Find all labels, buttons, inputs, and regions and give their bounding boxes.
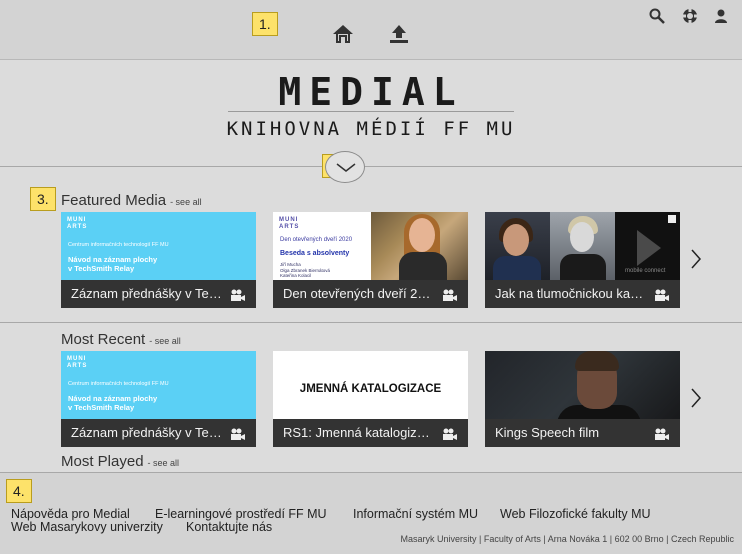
annotation-marker-1: 1.	[252, 12, 278, 36]
played-title: Most Played	[61, 453, 144, 470]
interpreter-photo	[485, 212, 550, 280]
muni-arts-logo: MUNI ARTS	[67, 356, 88, 369]
media-thumbnail: mobile connect	[485, 212, 680, 280]
media-thumbnail: MUNI ARTS Centrum informačních technologi…	[61, 212, 256, 280]
media-card[interactable]: mobile connect Jak na tlumočnickou kabin…	[485, 212, 680, 308]
featured-title: Featured Media	[61, 192, 167, 209]
thumbnail-heading: JMENNÁ KATALOGIZACE	[299, 383, 442, 395]
search-icon[interactable]	[649, 8, 665, 24]
featured-see-all-link[interactable]: - see all	[170, 197, 202, 207]
media-caption: Záznam přednášky v TechSmith Relay	[61, 419, 256, 447]
page-title: MEDIAL	[278, 70, 464, 114]
annotation-marker-4: 4.	[6, 479, 32, 503]
muni-arts-logo: MUNI ARTS	[279, 217, 300, 230]
media-card[interactable]: JMENNÁ KATALOGIZACE RS1: Jmenná katalogi…	[273, 351, 468, 447]
footer-link-elearning[interactable]: E-learningové prostředí FF MU	[155, 507, 327, 521]
section-featured-title: Featured Media - see all	[61, 192, 202, 209]
footer: 4. Nápověda pro Medial E-learningové pro…	[0, 472, 742, 554]
copyright-text: Masaryk University | Faculty of Arts | A…	[400, 534, 735, 544]
home-icon[interactable]	[331, 22, 355, 46]
media-card[interactable]: Kings Speech film	[485, 351, 680, 447]
speaker-photo	[371, 212, 468, 280]
expand-button[interactable]	[325, 151, 365, 183]
interpreter-photo	[550, 212, 615, 280]
help-icon[interactable]	[682, 8, 698, 24]
recent-see-all-link[interactable]: - see all	[149, 336, 181, 346]
carousel-next-icon[interactable]	[689, 387, 703, 409]
footer-link-help[interactable]: Nápověda pro Medial	[11, 507, 130, 521]
recent-title: Most Recent	[61, 331, 146, 348]
video-camera-icon	[231, 428, 245, 440]
thumbnail-text: Centrum informačních technologií FF MU	[68, 381, 169, 387]
media-caption: Záznam přednášky v TechSmith Relay	[61, 280, 256, 308]
media-card[interactable]: MUNI ARTS Den otevřených dveří 2020 Besed…	[273, 212, 468, 308]
media-card[interactable]: MUNI ARTS Centrum informačních technologi…	[61, 212, 256, 308]
thumbnail-heading: Návod na záznam plochy v TechSmith Relay	[68, 394, 158, 412]
thumbnail-heading: Návod na záznam plochy v TechSmith Relay	[68, 255, 158, 273]
footer-link-mu-web[interactable]: Web Masarykovy univerzity	[11, 520, 163, 534]
played-see-all-link[interactable]: - see all	[148, 458, 180, 468]
video-camera-icon	[655, 289, 669, 301]
upload-icon[interactable]	[387, 22, 411, 46]
section-played-title: Most Played - see all	[61, 453, 179, 470]
thumbnail-text: Centrum informačních technologií FF MU	[68, 242, 169, 248]
annotation-marker-3: 3.	[30, 187, 56, 211]
footer-link-is-mu[interactable]: Informační systém MU	[353, 507, 478, 521]
chevron-down-icon	[336, 163, 356, 172]
media-thumbnail	[485, 351, 680, 419]
section-divider	[0, 166, 742, 167]
muni-arts-logo: MUNI ARTS	[67, 217, 88, 230]
media-thumbnail: MUNI ARTS Den otevřených dveří 2020 Besed…	[273, 212, 468, 280]
footer-link-ff-web[interactable]: Web Filozofické fakulty MU	[500, 507, 651, 521]
carousel-next-icon[interactable]	[689, 248, 703, 270]
media-caption: Den otevřených dveří 2020	[273, 280, 468, 308]
media-caption: Kings Speech film	[485, 419, 680, 447]
title-underline	[228, 111, 514, 112]
media-card[interactable]: MUNI ARTS Centrum informačních technologi…	[61, 351, 256, 447]
video-camera-icon	[231, 289, 245, 301]
thumbnail-text: Den otevřených dveří 2020	[280, 237, 353, 243]
hero-banner: MEDIAL KNIHOVNA MÉDIÍ FF MU	[0, 60, 742, 166]
thumbnail-names: Jiří Mucha Olga Zbranek Biernátová Kateřin…	[280, 262, 331, 278]
thumbnail-heading: Beseda s absolventy	[280, 250, 350, 257]
footer-link-contact[interactable]: Kontaktujte nás	[186, 520, 272, 534]
media-thumbnail: JMENNÁ KATALOGIZACE	[273, 351, 468, 419]
user-icon[interactable]	[713, 8, 729, 24]
top-bar	[0, 0, 742, 60]
media-caption: Jak na tlumočnickou kabinu	[485, 280, 680, 308]
video-camera-icon	[443, 289, 457, 301]
page-subtitle: KNIHOVNA MÉDIÍ FF MU	[226, 118, 516, 140]
media-thumbnail: MUNI ARTS Centrum informačních technologi…	[61, 351, 256, 419]
sennheiser-logo	[668, 215, 676, 223]
video-camera-icon	[655, 428, 669, 440]
media-caption: RS1: Jmenná katalogizace	[273, 419, 468, 447]
brand-panel: mobile connect	[615, 212, 680, 280]
section-recent-title: Most Recent - see all	[61, 331, 181, 348]
video-camera-icon	[443, 428, 457, 440]
section-divider	[0, 322, 742, 323]
